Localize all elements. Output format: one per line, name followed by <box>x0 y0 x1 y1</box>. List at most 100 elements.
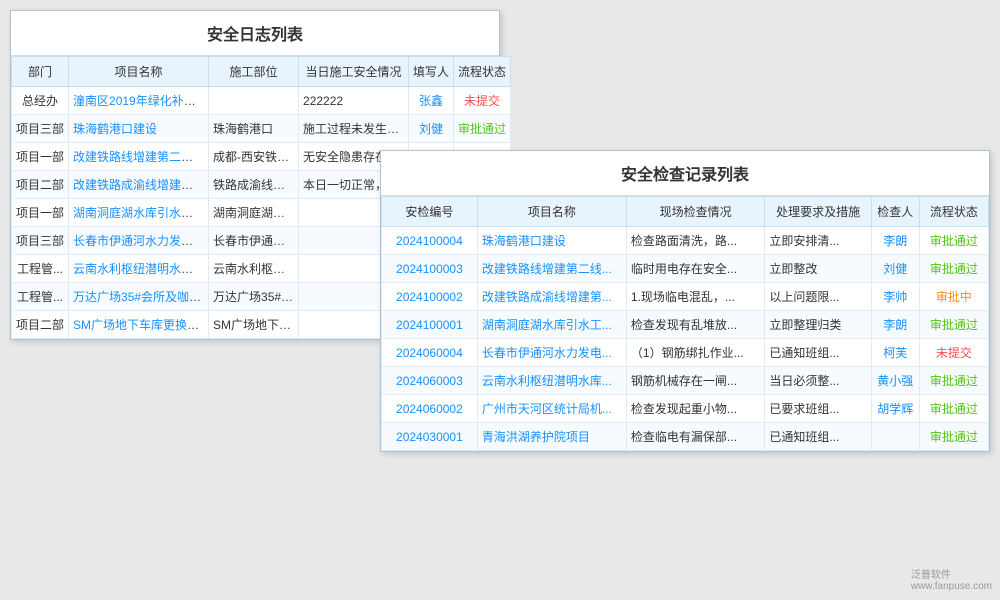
inspector-cell: 刘健 <box>871 255 919 283</box>
measures-cell: 当日必须整... <box>765 367 871 395</box>
site-cell <box>209 87 299 115</box>
project-cell[interactable]: 湖南洞庭湖水库引水工... <box>477 311 626 339</box>
project-cell[interactable]: 万达广场35#会所及咖啡... <box>69 283 209 311</box>
project-cell[interactable]: 云南水利枢纽潜明水库... <box>477 367 626 395</box>
col-writer: 填写人 <box>409 57 454 87</box>
table-row: 项目三部珠海鹤港口建设珠海鹤港口施工过程未发生安全事故...刘健审批通过 <box>12 115 511 143</box>
situation-cell: 222222 <box>299 87 409 115</box>
project-cell[interactable]: 湖南洞庭湖水库引水工程... <box>69 199 209 227</box>
site-cell: 湖南洞庭湖水库 <box>209 199 299 227</box>
watermark: 泛普软件 www.fanpuse.com <box>911 566 992 592</box>
site-cell: 云南水利枢纽... <box>209 255 299 283</box>
col-measures: 处理要求及措施 <box>765 197 871 227</box>
col-site: 施工部位 <box>209 57 299 87</box>
col-inspector: 检查人 <box>871 197 919 227</box>
writer-cell: 刘健 <box>409 115 454 143</box>
code-cell[interactable]: 2024100001 <box>382 311 478 339</box>
status-cell: 审批通过 <box>919 311 988 339</box>
check-situation-cell: 钢筋机械存在一闸... <box>626 367 764 395</box>
table-row: 2024100003改建铁路线增建第二线...临时用电存在安全...立即整改刘健… <box>382 255 989 283</box>
watermark-line2: www.fanpuse.com <box>911 581 992 592</box>
project-cell[interactable]: 改建铁路成渝线增建第... <box>477 283 626 311</box>
table-row: 总经办潼南区2019年绿化补贴项... 222222张鑫未提交 <box>12 87 511 115</box>
status-cell: 未提交 <box>454 87 511 115</box>
dept-cell: 项目一部 <box>12 199 69 227</box>
dept-cell: 总经办 <box>12 87 69 115</box>
site-cell: 万达广场35#会... <box>209 283 299 311</box>
status-cell: 审批通过 <box>454 115 511 143</box>
status-cell: 审批通过 <box>919 255 988 283</box>
dept-cell: 工程管... <box>12 255 69 283</box>
safety-inspection-table: 安检编号 项目名称 现场检查情况 处理要求及措施 检查人 流程状态 202410… <box>381 196 989 451</box>
project-cell[interactable]: 改建铁路线增建第二线直... <box>69 143 209 171</box>
situation-cell: 施工过程未发生安全事故... <box>299 115 409 143</box>
inspector-cell: 胡学辉 <box>871 395 919 423</box>
status-cell: 审批通过 <box>919 227 988 255</box>
dept-cell: 项目一部 <box>12 143 69 171</box>
project-cell[interactable]: SM广场地下车库更换摄... <box>69 311 209 339</box>
code-cell[interactable]: 2024100004 <box>382 227 478 255</box>
table-row: 2024100002改建铁路成渝线增建第...1.现场临电混乱，...以上问题限… <box>382 283 989 311</box>
project-cell[interactable]: 改建铁路成渝线增建第二... <box>69 171 209 199</box>
table-row: 2024060002广州市天河区统计局机...检查发现起重小物...已要求班组.… <box>382 395 989 423</box>
col-status: 流程状态 <box>454 57 511 87</box>
dept-cell: 项目二部 <box>12 171 69 199</box>
site-cell: 长春市伊通河水... <box>209 227 299 255</box>
project-cell[interactable]: 云南水利枢纽潜明水库一... <box>69 255 209 283</box>
right-panel-title: 安全检查记录列表 <box>381 151 989 196</box>
check-situation-cell: （1）钢筋绑扎作业... <box>626 339 764 367</box>
project-cell[interactable]: 潼南区2019年绿化补贴项... <box>69 87 209 115</box>
status-cell: 审批中 <box>919 283 988 311</box>
measures-cell: 立即整理归类 <box>765 311 871 339</box>
check-situation-cell: 检查发现起重小物... <box>626 395 764 423</box>
site-cell: 成都-西安铁路... <box>209 143 299 171</box>
code-cell[interactable]: 2024030001 <box>382 423 478 451</box>
status-cell: 未提交 <box>919 339 988 367</box>
project-cell[interactable]: 改建铁路线增建第二线... <box>477 255 626 283</box>
safety-inspection-panel: 安全检查记录列表 安检编号 项目名称 现场检查情况 处理要求及措施 检查人 流程… <box>380 150 990 452</box>
check-situation-cell: 检查发现有乱堆放... <box>626 311 764 339</box>
code-cell[interactable]: 2024100003 <box>382 255 478 283</box>
check-situation-cell: 1.现场临电混乱，... <box>626 283 764 311</box>
code-cell[interactable]: 2024060004 <box>382 339 478 367</box>
inspector-cell: 柯芙 <box>871 339 919 367</box>
measures-cell: 以上问题限... <box>765 283 871 311</box>
col-project-name: 项目名称 <box>477 197 626 227</box>
code-cell[interactable]: 2024060002 <box>382 395 478 423</box>
measures-cell: 已要求班组... <box>765 395 871 423</box>
inspector-cell <box>871 423 919 451</box>
measures-cell: 已通知班组... <box>765 423 871 451</box>
col-situation: 当日施工安全情况 <box>299 57 409 87</box>
writer-cell: 张鑫 <box>409 87 454 115</box>
table-row: 2024060003云南水利枢纽潜明水库...钢筋机械存在一闸...当日必须整.… <box>382 367 989 395</box>
table-row: 2024030001青海洪湖养护院项目检查临电有漏保部...已通知班组...审批… <box>382 423 989 451</box>
inspector-cell: 李帅 <box>871 283 919 311</box>
inspector-cell: 李朗 <box>871 311 919 339</box>
project-cell[interactable]: 长春市伊通河水力发电厂... <box>69 227 209 255</box>
dept-cell: 项目三部 <box>12 115 69 143</box>
col-code: 安检编号 <box>382 197 478 227</box>
status-cell: 审批通过 <box>919 395 988 423</box>
col-flow-status: 流程状态 <box>919 197 988 227</box>
watermark-line1: 泛普软件 <box>911 566 992 581</box>
dept-cell: 项目二部 <box>12 311 69 339</box>
col-project: 项目名称 <box>69 57 209 87</box>
site-cell: 铁路成渝线（成... <box>209 171 299 199</box>
project-cell[interactable]: 长春市伊通河水力发电... <box>477 339 626 367</box>
dept-cell: 项目三部 <box>12 227 69 255</box>
check-situation-cell: 临时用电存在安全... <box>626 255 764 283</box>
site-cell: 珠海鹤港口 <box>209 115 299 143</box>
table-row: 2024100001湖南洞庭湖水库引水工...检查发现有乱堆放...立即整理归类… <box>382 311 989 339</box>
code-cell[interactable]: 2024060003 <box>382 367 478 395</box>
inspector-cell: 李朗 <box>871 227 919 255</box>
project-cell[interactable]: 珠海鹤港口建设 <box>477 227 626 255</box>
project-cell[interactable]: 珠海鹤港口建设 <box>69 115 209 143</box>
col-check-situation: 现场检查情况 <box>626 197 764 227</box>
project-cell[interactable]: 广州市天河区统计局机... <box>477 395 626 423</box>
measures-cell: 立即整改 <box>765 255 871 283</box>
status-cell: 审批通过 <box>919 423 988 451</box>
site-cell: SM广场地下车库 <box>209 311 299 339</box>
project-cell[interactable]: 青海洪湖养护院项目 <box>477 423 626 451</box>
code-cell[interactable]: 2024100002 <box>382 283 478 311</box>
col-dept: 部门 <box>12 57 69 87</box>
